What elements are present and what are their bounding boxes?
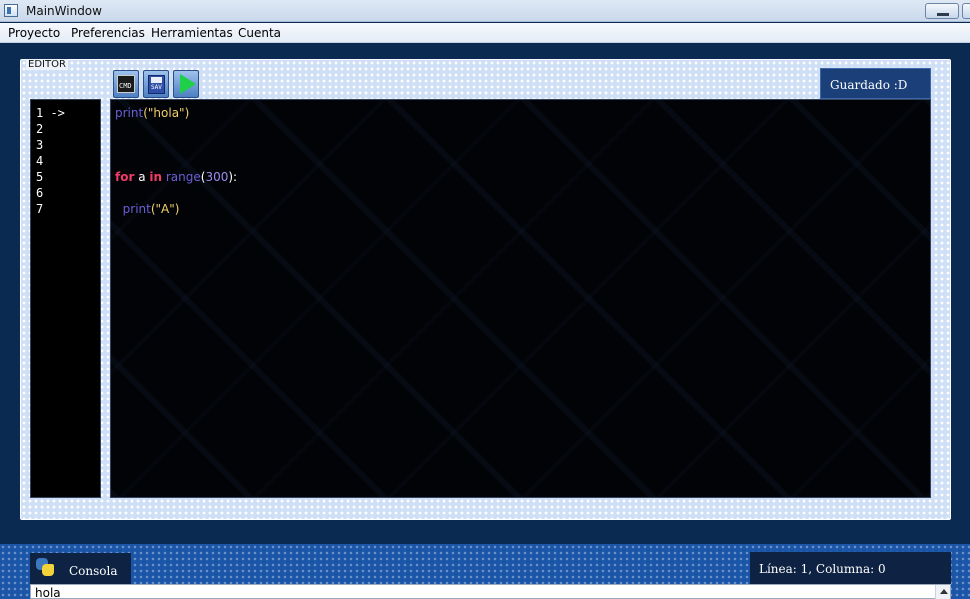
title-bar: MainWindow [0,0,970,22]
menu-preferencias[interactable]: Preferencias [71,26,145,40]
console-input[interactable]: hola [30,584,951,599]
scroll-up-icon[interactable] [935,585,950,599]
run-button[interactable] [173,70,199,98]
code-line-5: for a in range(300): [115,170,238,184]
menu-herramientas[interactable]: Herramientas [151,26,233,40]
line-number-gutter: 1 -> 2 3 4 5 6 7 [30,99,101,498]
line-number: 1 -> [36,106,65,120]
line-number: 2 [36,122,44,136]
run-play-icon [180,74,196,94]
maximize-button[interactable] [962,3,970,19]
menu-proyecto[interactable]: Proyecto [8,26,60,40]
menu-bar: Proyecto Preferencias Herramientas Cuent… [0,23,970,43]
line-number: 3 [36,138,44,152]
cursor-position-status: Línea: 1, Columna: 0 [750,552,951,585]
app-window-icon [4,4,18,17]
line-number: 7 [36,202,44,216]
line-number: 4 [36,154,44,168]
menu-cuenta[interactable]: Cuenta [238,26,281,40]
open-terminal-button[interactable]: CMD [113,70,139,98]
code-editor[interactable]: print("hola") for a in range(300): print… [110,99,931,498]
cmd-console-icon: CMD [117,75,135,93]
code-line-1: print("hola") [115,106,190,120]
editor-group-label: EDITOR [26,59,68,70]
console-tab-label: Consola [69,564,118,578]
minimize-button[interactable] [925,3,959,19]
python-logo-icon [36,558,54,576]
code-line-7: print("A") [122,202,180,216]
save-disk-icon: SAV [148,75,165,94]
window-title: MainWindow [26,4,102,18]
save-status-badge: Guardado :D [820,68,931,99]
cursor-position-text: Línea: 1, Columna: 0 [759,562,886,576]
console-input-value: hola [35,586,61,599]
line-number: 6 [36,186,44,200]
line-number: 5 [36,170,44,184]
save-status-text: Guardado :D [830,78,908,92]
console-tab[interactable]: Consola [30,553,131,585]
save-button[interactable]: SAV [143,70,169,98]
minimize-icon [937,13,949,16]
